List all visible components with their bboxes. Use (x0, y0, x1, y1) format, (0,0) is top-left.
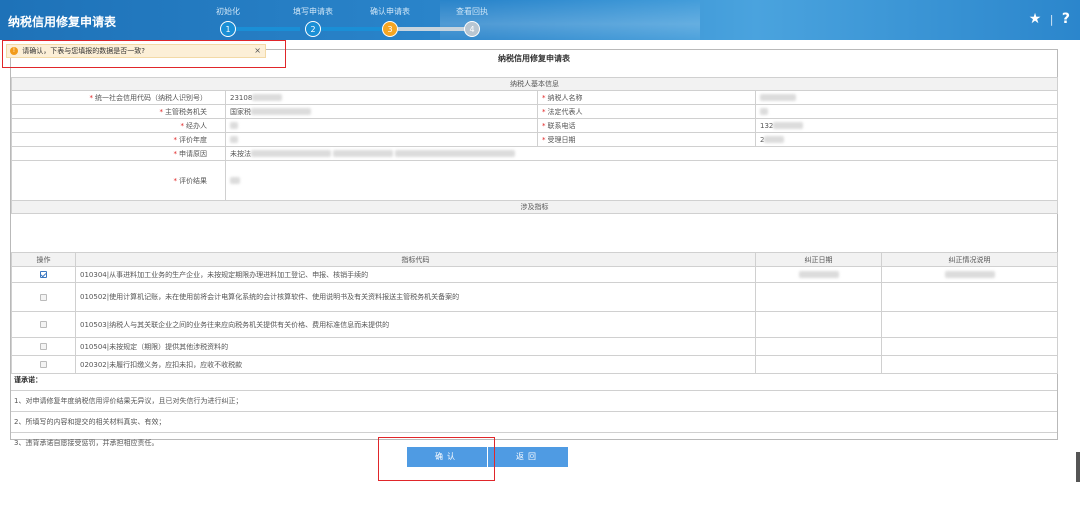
step-number: 2 (305, 21, 321, 37)
app-header: 纳税信用修复申请表 初始化 1 填写申请表 2 确认申请表 3 查看回执 4 ★… (0, 0, 1080, 40)
step-label: 查看回执 (456, 7, 488, 16)
header-separator: | (1049, 13, 1054, 26)
indicator-checkbox[interactable] (40, 343, 47, 350)
indicator-header-row: 操作 指标代码 纠正日期 纠正情况说明 (11, 252, 1058, 267)
indicator-text: 010504|未按规定（期限）提供其他涉税资料的 (75, 337, 756, 356)
table-row: * 统一社会信用代码（纳税人识别号） 23108 * 纳税人名称 (11, 90, 1058, 105)
col-desc: 纠正情况说明 (881, 252, 1058, 267)
table-row: 010504|未按规定（期限）提供其他涉税资料的 (11, 337, 1058, 356)
table-row: 010304|从事进料加工业务的生产企业，未按规定期限办理进料加工登记、申报、核… (11, 266, 1058, 283)
col-date: 纠正日期 (755, 252, 882, 267)
table-row: * 申请原因 未按法 (11, 146, 1058, 161)
window-edge-handle (1076, 452, 1080, 482)
indicator-checkbox[interactable] (40, 321, 47, 328)
basic-info-table: 纳税人基本信息 * 统一社会信用代码（纳税人识别号） 23108 * 纳税人名称 *… (11, 77, 1058, 214)
table-row: * 经办人 * 联系电话 132 (11, 118, 1058, 133)
header-actions: ★ | ? (1025, 11, 1070, 27)
field-value: 23108 (225, 90, 538, 105)
step-label: 填写申请表 (293, 7, 333, 16)
field-label: * 经办人 (11, 118, 226, 133)
field-value (225, 160, 1058, 201)
col-op: 操作 (11, 252, 76, 267)
step-label: 确认申请表 (370, 7, 410, 16)
app-title: 纳税信用修复申请表 (8, 15, 117, 29)
field-label: * 统一社会信用代码（纳税人识别号） (11, 90, 226, 105)
progress-steps: 初始化 1 填写申请表 2 确认申请表 3 查看回执 4 (190, 0, 510, 40)
application-form: 纳税信用修复申请表 纳税人基本信息 * 统一社会信用代码（纳税人识别号） 2310… (10, 49, 1058, 447)
field-value (755, 90, 1058, 105)
pledge-item: 2、所填写的内容和提交的相关材料真实、有效； (14, 418, 166, 426)
field-value (755, 104, 1058, 119)
field-label: * 联系电话 (537, 118, 756, 133)
indicator-checkbox[interactable] (40, 271, 47, 278)
step-1: 初始化 1 (198, 0, 258, 37)
pledge-section: 谨承诺： 1、对申请修复年度纳税信用评价结果无异议，且已对失信行为进行纠正； 2… (11, 375, 1057, 453)
pledge-item: 1、对申请修复年度纳税信用评价结果无异议，且已对失信行为进行纠正； (14, 397, 243, 405)
step-4: 查看回执 4 (442, 0, 502, 37)
field-label: * 评价结果 (11, 160, 226, 201)
indicator-text: 010502|使用计算机记账，未在使用前将会计电算化系统的会计核算软件、使用说明… (75, 282, 756, 312)
field-value (225, 118, 538, 133)
table-row: 020302|未履行扣缴义务，应扣未扣，应收不收税款 (11, 355, 1058, 374)
table-row: * 主管税务机关 国家税 * 法定代表人 (11, 104, 1058, 119)
step-2: 填写申请表 2 (283, 0, 343, 37)
indicator-checkbox[interactable] (40, 293, 47, 301)
step-number: 3 (382, 21, 398, 37)
pledge-title: 谨承诺： (14, 376, 42, 384)
field-label: * 受理日期 (537, 132, 756, 147)
help-icon[interactable]: ? (1062, 11, 1070, 27)
col-code: 指标代码 (75, 252, 756, 267)
highlight-box-alert (2, 40, 286, 68)
step-label: 初始化 (216, 7, 240, 16)
step-number: 1 (220, 21, 236, 37)
star-icon[interactable]: ★ (1029, 11, 1042, 27)
field-label: * 申请原因 (11, 146, 226, 161)
field-value: 未按法 (225, 146, 1058, 161)
section-basic-info: 纳税人基本信息 (11, 77, 1058, 91)
field-value (225, 132, 538, 147)
highlight-box-confirm (378, 437, 495, 481)
indicator-text: 010503|纳税人与其关联企业之间的业务往来应向税务机关提供有关价格、费用标准… (75, 311, 756, 338)
field-value: 132 (755, 118, 1058, 133)
field-value: 2 (755, 132, 1058, 147)
back-button[interactable]: 返回 (488, 447, 568, 467)
indicator-text: 020302|未履行扣缴义务，应扣未扣，应收不收税款 (75, 355, 756, 374)
table-row: * 评价年度 * 受理日期 2 (11, 132, 1058, 147)
field-label: * 纳税人名称 (537, 90, 756, 105)
field-label: * 主管税务机关 (11, 104, 226, 119)
indicator-checkbox[interactable] (40, 361, 47, 368)
section-indicators: 涉及指标 (11, 200, 1058, 214)
table-row: * 评价结果 (11, 160, 1058, 201)
table-row: 010503|纳税人与其关联企业之间的业务往来应向税务机关提供有关价格、费用标准… (11, 311, 1058, 338)
field-label: * 法定代表人 (537, 104, 756, 119)
table-row: 010502|使用计算机记账，未在使用前将会计电算化系统的会计核算软件、使用说明… (11, 282, 1058, 312)
indicator-table: 操作 指标代码 纠正日期 纠正情况说明 010304|从事进料加工业务的生产企业… (11, 252, 1058, 374)
indicator-text: 010304|从事进料加工业务的生产企业，未按规定期限办理进料加工登记、申报、核… (75, 266, 756, 283)
field-label: * 评价年度 (11, 132, 226, 147)
step-3: 确认申请表 3 (360, 0, 420, 37)
step-number: 4 (464, 21, 480, 37)
field-value: 国家税 (225, 104, 538, 119)
